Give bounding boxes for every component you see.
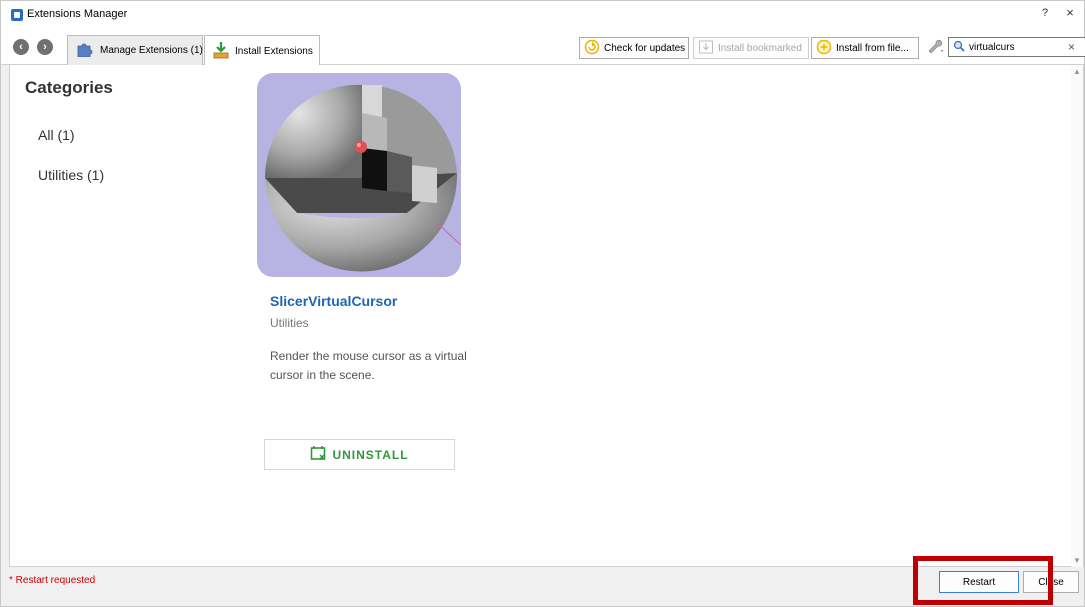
- help-button[interactable]: ?: [1037, 7, 1053, 19]
- extension-thumbnail[interactable]: [257, 73, 461, 277]
- search-field[interactable]: ×: [948, 37, 1085, 57]
- install-from-file-label: Install from file...: [836, 42, 909, 54]
- install-bookmarked-button[interactable]: Install bookmarked: [693, 37, 809, 59]
- extension-category: Utilities: [270, 316, 309, 330]
- check-for-updates-label: Check for updates: [604, 42, 686, 54]
- forward-button[interactable]: ›: [37, 39, 53, 55]
- download-icon: [698, 39, 714, 58]
- extension-name[interactable]: SlicerVirtualCursor: [270, 293, 397, 309]
- install-bookmarked-label: Install bookmarked: [718, 42, 802, 54]
- scroll-down-icon[interactable]: ▼: [1073, 556, 1081, 565]
- scroll-up-icon[interactable]: ▲: [1073, 67, 1081, 76]
- title-bar: Extensions Manager ? ×: [1, 1, 1084, 29]
- categories-heading: Categories: [25, 78, 113, 97]
- slicer-app-icon: [11, 9, 23, 21]
- arrow-left-icon: ‹: [19, 41, 23, 53]
- tab-install-extensions[interactable]: Install Extensions: [204, 35, 320, 66]
- back-button[interactable]: ‹: [13, 39, 29, 55]
- uninstall-label: UNINSTALL: [332, 447, 409, 462]
- uninstall-icon: [310, 445, 326, 464]
- plus-circle-icon: [816, 39, 832, 58]
- tab-label: Install Extensions: [235, 45, 313, 57]
- install-from-file-button[interactable]: Install from file...: [811, 37, 919, 59]
- restart-button[interactable]: Restart: [939, 571, 1019, 593]
- install-icon: [213, 41, 229, 62]
- close-button[interactable]: Close: [1023, 571, 1079, 593]
- uninstall-button[interactable]: UNINSTALL: [264, 439, 455, 470]
- tab-manage-extensions[interactable]: Manage Extensions (1): [67, 35, 203, 65]
- extensions-content-pane: Categories All (1) Utilities (1) SlicerV…: [9, 65, 1084, 567]
- wrench-settings-icon[interactable]: [927, 39, 945, 56]
- search-input[interactable]: [969, 41, 1069, 53]
- extension-description: Render the mouse cursor as a virtual cur…: [270, 349, 467, 382]
- vertical-scrollbar[interactable]: ▲ ▼: [1071, 65, 1083, 567]
- check-for-updates-button[interactable]: Check for updates: [579, 37, 689, 59]
- window-title: Extensions Manager: [27, 8, 128, 20]
- extensions-manager-window: Extensions Manager ? × ‹ › Manage Extens…: [0, 0, 1085, 607]
- restart-requested-status: * Restart requested: [9, 575, 96, 586]
- category-all[interactable]: All (1): [38, 127, 75, 143]
- toolbar: ‹ › Manage Extensions (1) Install Extens…: [1, 29, 1085, 66]
- puzzle-icon: [76, 41, 94, 60]
- status-bar: * Restart requested Restart Close: [1, 567, 1084, 593]
- window-close-button[interactable]: ×: [1062, 5, 1078, 20]
- clear-search-icon[interactable]: ×: [1068, 40, 1075, 54]
- refresh-icon: [584, 39, 600, 58]
- search-icon: [953, 40, 965, 55]
- tab-label: Manage Extensions (1): [100, 45, 203, 56]
- category-utilities[interactable]: Utilities (1): [38, 167, 104, 183]
- arrow-right-icon: ›: [43, 41, 47, 53]
